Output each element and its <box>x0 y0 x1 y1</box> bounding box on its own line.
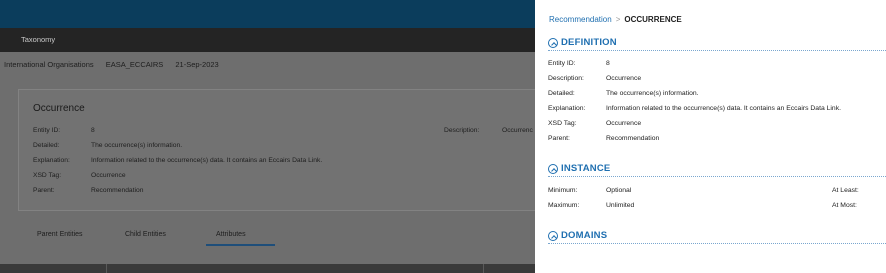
definition-label: Parent: <box>548 135 570 142</box>
definition-value: Recommendation <box>606 135 660 142</box>
entity-detail-panel: Recommendation > OCCURRENCE DEFINITION Ent… <box>535 0 886 273</box>
card-description-value: Occurrenc <box>502 127 533 134</box>
maximum-value: Unlimited <box>606 202 635 209</box>
definition-section-title: DEFINITION <box>561 37 617 48</box>
active-tab-indicator <box>206 244 275 246</box>
card-entity-id-label: Entity ID: <box>33 127 61 134</box>
tab-attributes[interactable]: Attributes <box>216 231 246 238</box>
card-xsd-tag-label: XSD Tag: <box>33 172 62 179</box>
nav-item-taxonomy[interactable]: Taxonomy <box>21 35 55 44</box>
definition-value: Information related to the occurrence(s)… <box>606 105 841 112</box>
definition-label: XSD Tag: <box>548 120 577 127</box>
definition-label: Entity ID: <box>548 60 576 67</box>
tab-parent-entities[interactable]: Parent Entities <box>37 231 83 238</box>
definition-label: Detailed: <box>548 90 575 97</box>
tab-child-entities[interactable]: Child Entities <box>125 231 166 238</box>
card-description-label: Description: <box>444 127 480 134</box>
card-explanation-label: Explanation: <box>33 157 70 164</box>
attributes-table-header <box>0 264 550 273</box>
card-entity-id-value: 8 <box>91 127 95 134</box>
maximum-label: Maximum: <box>548 202 580 209</box>
breadcrumb-current: OCCURRENCE <box>624 15 682 24</box>
breadcrumb-item: 21-Sep-2023 <box>175 60 219 69</box>
card-explanation-value: Information related to the occurrence(s)… <box>91 157 323 164</box>
domains-section-title: DOMAINS <box>561 230 608 241</box>
domains-section-header[interactable]: DOMAINS <box>548 230 886 244</box>
definition-value: 8 <box>606 60 610 67</box>
panel-breadcrumb: Recommendation > OCCURRENCE <box>549 15 682 24</box>
minimum-value: Optional <box>606 187 632 194</box>
table-column-divider <box>483 264 484 273</box>
instance-section-header[interactable]: INSTANCE <box>548 163 886 177</box>
breadcrumb-item[interactable]: International Organisations <box>4 60 94 69</box>
page-breadcrumb: International Organisations EASA_ECCAIRS… <box>4 60 229 69</box>
at-most-label: At Most: <box>832 202 857 209</box>
entity-card-title: Occurrence <box>33 103 85 114</box>
breadcrumb-link-recommendation[interactable]: Recommendation <box>549 15 612 24</box>
instance-section-title: INSTANCE <box>561 163 611 174</box>
definition-label: Description: <box>548 75 584 82</box>
definition-value: Occurrence <box>606 75 642 82</box>
card-xsd-tag-value: Occurrence <box>91 172 126 179</box>
chevron-up-icon[interactable] <box>548 164 558 174</box>
card-detailed-label: Detailed: <box>33 142 60 149</box>
table-column-divider <box>106 264 107 273</box>
breadcrumb-separator: > <box>615 15 621 24</box>
breadcrumb-item[interactable]: EASA_ECCAIRS <box>106 60 164 69</box>
definition-value: The occurrence(s) information. <box>606 90 699 97</box>
at-least-label: At Least: <box>832 187 859 194</box>
chevron-up-icon[interactable] <box>548 38 558 48</box>
card-parent-label: Parent: <box>33 187 55 194</box>
definition-label: Explanation: <box>548 105 586 112</box>
chevron-up-icon[interactable] <box>548 231 558 241</box>
definition-section-header[interactable]: DEFINITION <box>548 37 886 51</box>
card-detailed-value: The occurrence(s) information. <box>91 142 183 149</box>
card-parent-value: Recommendation <box>91 187 144 194</box>
definition-value: Occurrence <box>606 120 642 127</box>
minimum-label: Minimum: <box>548 187 578 194</box>
